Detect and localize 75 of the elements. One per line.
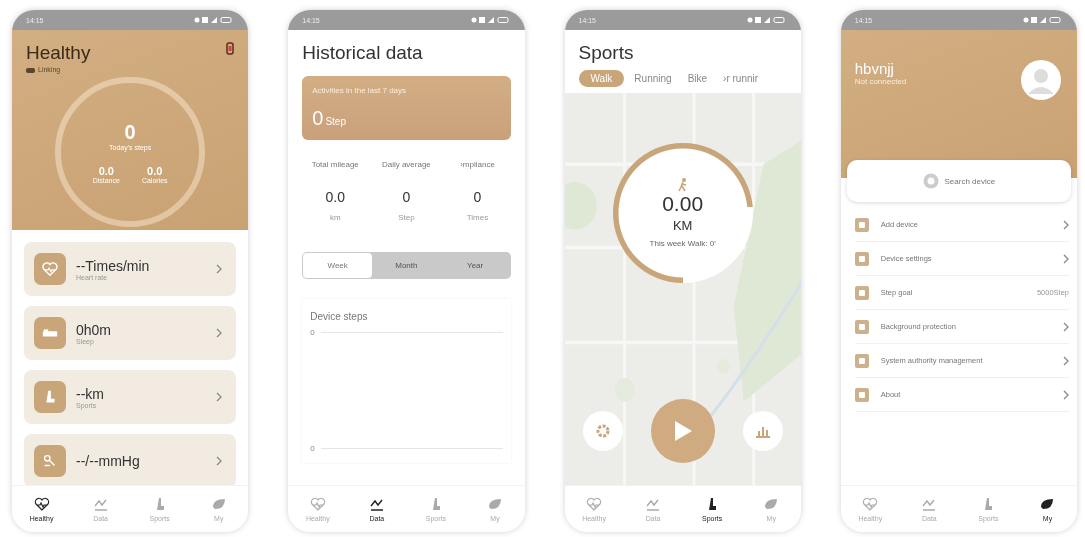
leaf-icon: [210, 496, 227, 511]
screen-title: Historical data: [302, 42, 424, 64]
gear-icon: [594, 423, 611, 439]
leaf-icon: [486, 496, 503, 511]
menu-icon: [854, 319, 869, 334]
chevron-icon: [1063, 355, 1069, 366]
summary-unit: Step: [325, 116, 346, 127]
ring-icon: [922, 173, 939, 189]
stat-label: ›mpliance: [460, 160, 495, 169]
metric-value: --/--mmHg: [76, 453, 141, 469]
summary-label: Activities in the last 7 days: [312, 86, 408, 95]
stat-value: 0.0: [98, 164, 114, 177]
leaf-icon: [763, 496, 780, 511]
menu-icon: [854, 387, 869, 402]
chevron-icon: [1063, 389, 1069, 400]
avatar-icon[interactable]: [1021, 60, 1061, 100]
leaf-icon: [1039, 496, 1056, 511]
menu-icon: [854, 353, 869, 368]
heart-icon: [33, 496, 50, 511]
stat-unit: Times: [466, 213, 489, 222]
summary-value: 0: [312, 107, 324, 130]
search-device-button[interactable]: Search device: [846, 160, 1071, 202]
status-icons: [194, 16, 235, 24]
stat-value: 0: [473, 189, 482, 205]
bed-icon: [34, 317, 66, 349]
stat-unit: km: [329, 213, 341, 222]
screen-title: Sports: [578, 42, 635, 64]
menu-icon: [854, 217, 869, 232]
axis-label: 0: [310, 328, 315, 337]
pressure-icon: [34, 445, 66, 477]
chevron-icon: [216, 328, 223, 338]
bar-chart-icon: [754, 424, 771, 438]
screen-title: Healthy: [26, 42, 91, 64]
period-tab[interactable]: Month: [372, 253, 441, 278]
stat-value: 0.0: [147, 164, 163, 177]
chevron-icon: [216, 392, 223, 402]
chart-title: Device steps: [310, 311, 369, 322]
metric-value: --Times/min: [76, 257, 151, 274]
chevron-icon: [1063, 253, 1069, 264]
walker-icon: [676, 178, 689, 192]
menu-icon: [854, 251, 869, 266]
steps-value: 0: [124, 120, 136, 144]
user-name: hbvnjj: [854, 60, 895, 77]
heart-icon: [586, 496, 603, 511]
chevron-icon: [216, 456, 223, 466]
status-icons: [1023, 16, 1063, 24]
sport-tab[interactable]: ›r runnir: [717, 70, 765, 87]
connection-status: Not connected: [854, 77, 907, 86]
metric-value: 0h0m: [76, 321, 113, 338]
heart-icon: [862, 496, 879, 511]
chevron-icon: [1063, 321, 1069, 332]
axis-label: 0: [310, 444, 315, 453]
stat-unit: Step: [398, 213, 415, 222]
sport-tab[interactable]: Running: [628, 70, 678, 87]
metric-card[interactable]: --/--mmHg: [24, 434, 237, 485]
status-icons: [470, 16, 511, 24]
status-icons: [746, 16, 787, 24]
chevron-icon: [1063, 219, 1069, 230]
watch-icon[interactable]: [226, 42, 235, 55]
stat-label: Daily average: [381, 160, 431, 169]
distance-value: 0.00: [662, 192, 704, 216]
stat-label: Total mileage: [311, 160, 359, 169]
menu-icon: [854, 285, 869, 300]
cloud-icon: [26, 66, 35, 73]
heart-icon: [309, 496, 326, 511]
stat-value: 0: [402, 189, 411, 205]
runner-icon: [34, 381, 66, 413]
metric-value: --km: [76, 385, 105, 402]
week-summary: This week Walk: 0': [649, 239, 716, 248]
period-tab[interactable]: Year: [440, 253, 510, 278]
period-tab[interactable]: Week: [303, 253, 372, 278]
chevron-icon: [216, 264, 223, 274]
distance-unit: KM: [672, 218, 693, 233]
sport-tab[interactable]: Bike: [681, 70, 714, 87]
stat-value: 0.0: [325, 189, 345, 205]
